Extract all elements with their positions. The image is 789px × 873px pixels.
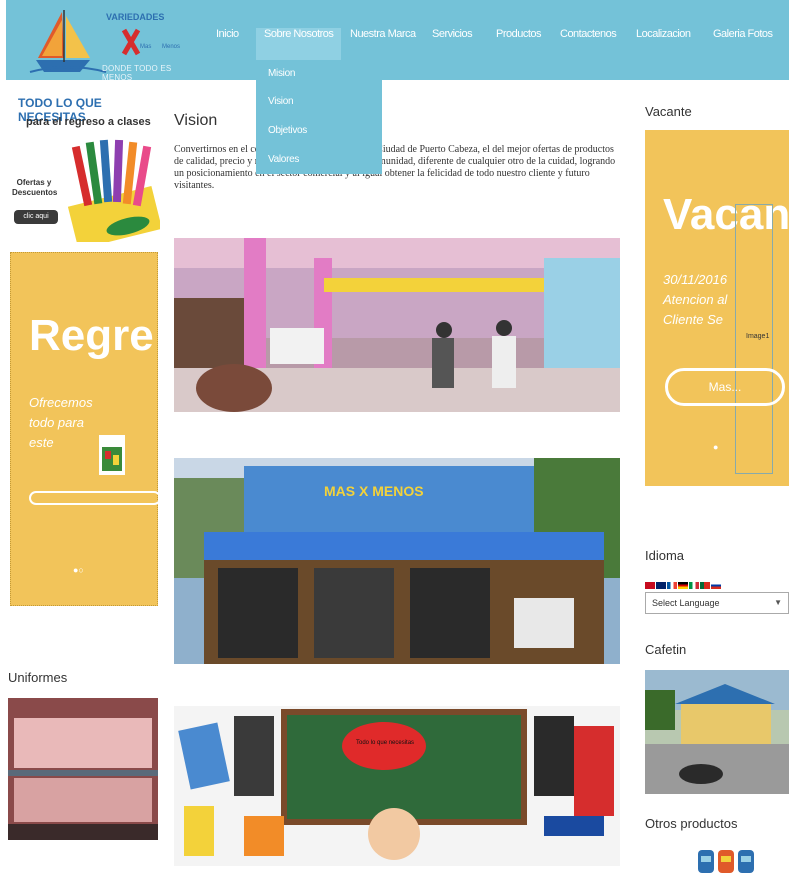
slider-progress-bar [29, 491, 161, 505]
vacante-description: 30/11/2016 Atencion al Cliente Se [663, 270, 727, 330]
logo-word-menos: Menos [162, 44, 181, 50]
store-front-photo[interactable]: MAS X MENOS [174, 458, 620, 664]
otros-productos-image[interactable] [696, 846, 758, 873]
slider-dots[interactable]: ●○ [73, 565, 84, 575]
vacante-desc-line: 30/11/2016 [663, 272, 728, 287]
uniformes-image[interactable] [8, 698, 158, 840]
slider-thumbnail-image [99, 435, 125, 475]
logo-slogan: DONDE TODO ES MENOS [102, 64, 172, 82]
image-placeholder-label: Image1 [746, 333, 770, 340]
vision-paragraph: Convertirnos en el comercio mas importan… [174, 144, 616, 191]
chevron-down-icon: ▼ [774, 598, 782, 607]
slider-desc-line: Ofrecemos [29, 395, 93, 410]
site-logo[interactable]: VARIEDADES Mas Menos DONDE TODO ES MENOS [28, 6, 188, 82]
otros-productos-heading: Otros productos [645, 816, 738, 831]
nav-contactenos[interactable]: Contactenos [560, 28, 617, 62]
dropdown-valores[interactable]: Valores [268, 154, 299, 165]
vacante-desc-line: Cliente Se [663, 312, 723, 327]
store-sign: MAS X MENOS [324, 483, 424, 499]
banner-board-text: Todo lo que necesitas [356, 740, 414, 746]
nav-servicios[interactable]: Servicios [432, 28, 473, 62]
site-header: VARIEDADES Mas Menos DONDE TODO ES MENOS… [6, 0, 789, 82]
vacante-more-button[interactable]: Mas... [665, 368, 785, 406]
vacante-desc-line: Atencion al [663, 292, 728, 307]
cafetin-heading: Cafetin [645, 642, 687, 657]
nav-localizacion[interactable]: Localizacion [636, 28, 691, 62]
nav-galeria-fotos[interactable]: Galeria Fotos [713, 28, 773, 62]
page-title: Vision [174, 112, 218, 129]
russian-flag-icon[interactable] [711, 582, 721, 589]
slider-description: Ofrecemos todo para este [29, 393, 93, 453]
back-to-school-promo[interactable]: TODO LO QUE NECESITAS para el regreso a … [8, 92, 160, 242]
image-placeholder: Image1 [735, 204, 773, 474]
school-supplies-banner[interactable]: Todo lo que necesitas [174, 706, 620, 866]
nav-sobre-nosotros[interactable]: Sobre Nosotros [256, 28, 342, 62]
sobre-nosotros-dropdown: Mision Vision Objetivos Valores [256, 60, 382, 174]
vacante-slider-dot[interactable]: ● [713, 442, 718, 452]
italian-flag-icon[interactable] [689, 582, 699, 589]
promo-subheading: para el regreso a clases [26, 116, 151, 128]
nav-inicio[interactable]: Inicio [216, 28, 239, 62]
crayons-image [68, 139, 160, 242]
language-flags [645, 576, 722, 589]
nav-productos[interactable]: Productos [496, 28, 542, 62]
uniformes-heading: Uniformes [8, 670, 68, 685]
slider-headline: Regre [29, 311, 154, 360]
language-select[interactable]: Select Language ▼ [645, 592, 789, 614]
slider-desc-line: este [29, 435, 54, 450]
vacante-heading: Vacante [645, 104, 692, 119]
language-select-value: Select Language [652, 598, 720, 608]
vacante-slider[interactable]: Vacan 30/11/2016 Atencion al Cliente Se … [645, 130, 789, 486]
promo-offers-text: Ofertas y Descuentos [12, 178, 58, 197]
english-flag-icon[interactable] [656, 582, 666, 589]
nav-nuestra-marca[interactable]: Nuestra Marca [350, 28, 416, 62]
spanish-flag-icon[interactable] [645, 582, 655, 589]
dropdown-vision[interactable]: Vision [268, 96, 294, 107]
logo-title: VARIEDADES [106, 12, 165, 22]
portuguese-flag-icon[interactable] [700, 582, 710, 589]
german-flag-icon[interactable] [678, 582, 688, 589]
slider-desc-line: todo para [29, 415, 84, 430]
dropdown-objetivos[interactable]: Objetivos [268, 125, 307, 136]
left-promo-slider[interactable]: Regre Ofrecemos todo para este ●○ [10, 252, 161, 606]
cafetin-photo[interactable] [645, 670, 789, 794]
french-flag-icon[interactable] [667, 582, 677, 589]
dropdown-mision[interactable]: Mision [268, 68, 295, 79]
idioma-heading: Idioma [645, 548, 685, 563]
store-interior-photo[interactable] [174, 238, 620, 412]
promo-click-button[interactable]: clic aqui [14, 210, 58, 224]
logo-word-mas: Mas [140, 44, 152, 50]
